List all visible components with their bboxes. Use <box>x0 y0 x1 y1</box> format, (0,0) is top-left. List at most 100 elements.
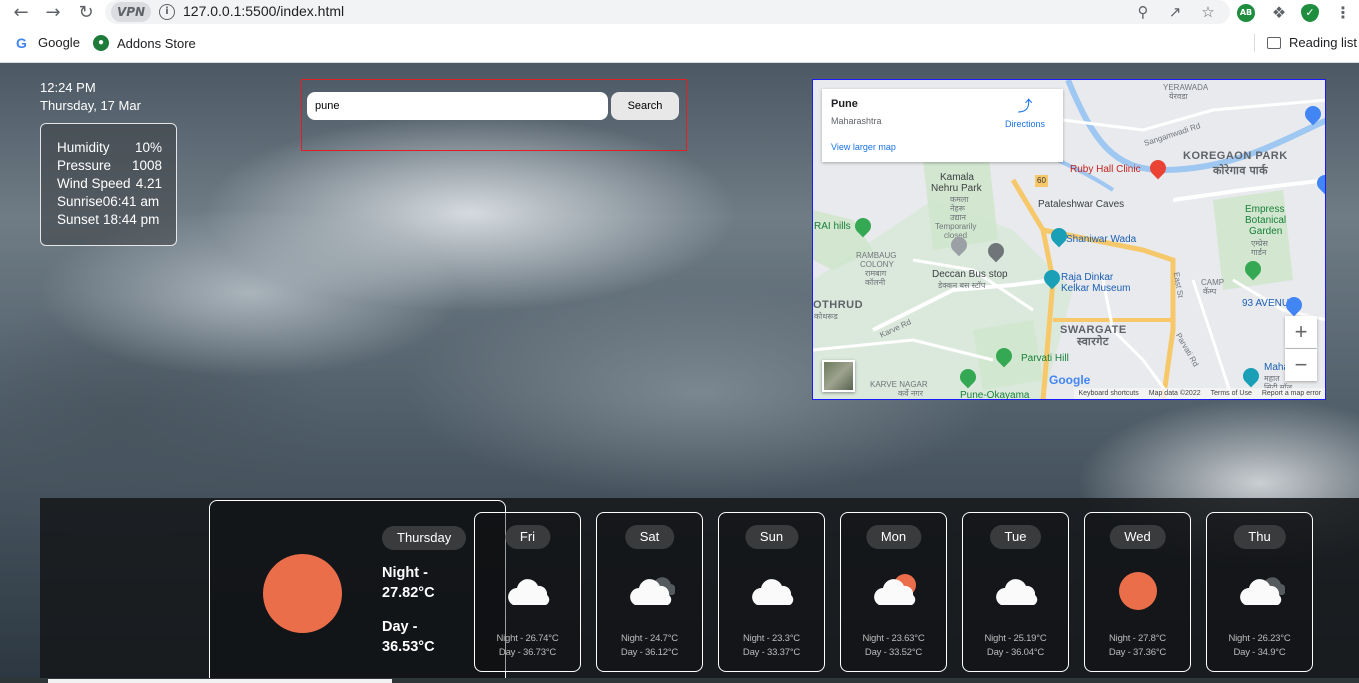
forecast-night-temp: Night - 27.8°C <box>1109 633 1166 644</box>
map-label-pune-okayama: Pune-Okayama <box>960 390 1030 400</box>
forecast-temps: Night - 25.19°C Day - 36.04°C <box>963 632 1068 660</box>
map-label-swargate-local: स्वारगेट <box>1077 336 1109 348</box>
bookmark-google[interactable]: G Google <box>16 35 80 50</box>
forecast-night-temp: Night - 26.23°C <box>1228 633 1291 644</box>
map-label-deccan-bus-stop: Deccan Bus stop <box>932 269 1008 280</box>
current-date: Thursday, 17 Mar <box>40 98 141 113</box>
map-label-shaniwar-wada: Shaniwar Wada <box>1066 234 1137 245</box>
map-label-koregaon-park: KOREGAON PARK <box>1183 150 1288 162</box>
map-label-rai-hills: RAI hills <box>814 221 851 232</box>
forecast-night-temp: Night - 25.19°C <box>984 633 1047 644</box>
stat-value: 06:41 am <box>102 194 160 209</box>
forecast-day-label: Fri <box>504 525 551 549</box>
stat-humidity: Humidity 10% <box>57 139 162 157</box>
cloud-dark-icon <box>1240 577 1285 605</box>
ab-extension-icon[interactable]: AB <box>1237 4 1255 22</box>
share-icon[interactable]: ↗ <box>1165 2 1185 22</box>
url-text[interactable]: 127.0.0.1:5500/index.html <box>183 3 344 19</box>
map-label-colony-local: कॉलनी <box>865 278 886 287</box>
keyboard-shortcuts-link[interactable]: Keyboard shortcuts <box>1078 388 1138 399</box>
cloud-icon <box>508 579 550 605</box>
browser-toolbar: ← → ↻ VPN i 127.0.0.1:5500/index.html ⚲ … <box>0 0 1359 26</box>
google-map-logo: Google <box>1049 373 1090 387</box>
reload-icon[interactable]: ↻ <box>75 2 97 24</box>
bookmark-label: Google <box>38 35 80 50</box>
shield-extension-icon[interactable]: ✓ <box>1301 4 1319 22</box>
map-label-koregaon-local: कोरेगाव पार्क <box>1213 165 1269 177</box>
browser-chrome: ← → ↻ VPN i 127.0.0.1:5500/index.html ⚲ … <box>0 0 1359 63</box>
forecast-temps: Night - 23.3°C Day - 33.37°C <box>719 632 824 660</box>
google-icon: G <box>16 34 27 51</box>
bookmarks-divider <box>1254 34 1255 52</box>
forecast-day-card: Mon Night - 23.63°C Day - 33.52°C <box>840 512 947 672</box>
map-data-text: Map data ©2022 <box>1148 390 1201 397</box>
forecast-day-label: Sat <box>624 525 675 549</box>
forecast-day-label: Mon <box>865 525 922 549</box>
weather-stats-panel: Humidity 10% Pressure 1008 Wind Speed 4.… <box>40 123 177 246</box>
bookmark-addons-store[interactable]: ● Addons Store <box>93 35 196 51</box>
bookmark-star-icon[interactable]: ☆ <box>1198 2 1218 22</box>
map-label-yerawada-local: येरवडा <box>1169 92 1188 101</box>
stat-sunrise: Sunrise 06:41 am <box>57 193 162 211</box>
map-place-name: Pune <box>831 98 858 110</box>
map-place-region: Maharashtra <box>831 116 882 126</box>
forecast-day-label: Sun <box>744 525 799 549</box>
sun-cloud-icon <box>874 574 916 605</box>
zoom-out-button[interactable]: − <box>1285 349 1317 381</box>
map-label-karve-nagar-local: कर्वे नगर <box>898 389 924 398</box>
cloud-icon <box>996 579 1038 605</box>
directions-link[interactable]: Directions <box>1005 119 1045 129</box>
site-info-icon[interactable]: i <box>159 4 175 20</box>
zoom-icon[interactable]: ⚲ <box>1133 2 1153 22</box>
current-datetime: 12:24 PM Thursday, 17 Mar <box>40 79 141 115</box>
map-label-deccan-local: डेक्कन बस स्टॉप <box>938 281 986 290</box>
map-label-kelkar-museum: Kelkar Museum <box>1061 283 1131 294</box>
forecast-day-temp: Day - 33.37°C <box>742 647 801 658</box>
forecast-day-card: Thu Night - 26.23°C Day - 34.9°C <box>1206 512 1313 672</box>
forecast-temps: Night - 26.74°C Day - 36.73°C <box>475 632 580 660</box>
forecast-day-temp: Day - 36.12°C <box>620 647 679 658</box>
sun-icon <box>263 554 342 633</box>
forecast-day-label: Wed <box>1109 525 1166 549</box>
forward-arrow-icon[interactable]: → <box>42 2 64 24</box>
kebab-menu-icon[interactable]: ⋮ <box>1333 3 1353 23</box>
forecast-day-card: Fri Night - 26.74°C Day - 36.73°C <box>474 512 581 672</box>
satellite-toggle[interactable] <box>822 360 855 392</box>
weather-page: 12:24 PM Thursday, 17 Mar Humidity 10% P… <box>0 63 1359 683</box>
map-label-swargate: SWARGATE <box>1060 324 1127 336</box>
today-day-temp-label: Day - <box>382 619 418 635</box>
view-larger-map-link[interactable]: View larger map <box>831 142 896 152</box>
today-day-label: Thursday <box>382 526 467 550</box>
reading-list-label: Reading list <box>1289 35 1357 50</box>
directions-icon[interactable]: ⤴ <box>1016 98 1034 116</box>
vpn-badge[interactable]: VPN <box>111 2 151 22</box>
forecast-day-card: Wed Night - 27.8°C Day - 37.36°C <box>1084 512 1191 672</box>
search-button[interactable]: Search <box>611 92 679 120</box>
stat-label: Wind Speed <box>57 176 131 191</box>
map-label-parvati-hill: Parvati Hill <box>1021 353 1069 364</box>
forecast-day-label: Thu <box>1233 525 1286 549</box>
map-label-raja-dinkar: Raja Dinkar <box>1061 272 1114 283</box>
report-map-error-link[interactable]: Report a map error <box>1262 388 1321 399</box>
forecast-day-card: Tue Night - 25.19°C Day - 36.04°C <box>962 512 1069 672</box>
page-bottom-bar <box>48 679 392 683</box>
address-bar[interactable]: VPN i 127.0.0.1:5500/index.html ⚲ ↗ ☆ <box>105 0 1230 24</box>
map-label-nehru-park: Nehru Park <box>931 183 982 194</box>
reading-list-icon <box>1267 36 1281 49</box>
forecast-day-card: Sat Night - 24.7°C Day - 36.12°C <box>596 512 703 672</box>
bookmarks-bar: G Google ● Addons Store Reading list <box>0 30 1359 58</box>
google-logo-text: Google <box>1049 373 1091 387</box>
reading-list-button[interactable]: Reading list <box>1267 35 1357 50</box>
forecast-temps: Night - 26.23°C Day - 34.9°C <box>1207 632 1312 660</box>
google-map-embed[interactable]: Pune Maharashtra View larger map ⤴ Direc… <box>812 79 1326 400</box>
city-search-input[interactable] <box>307 92 608 120</box>
map-label-botanical: Botanical <box>1245 215 1287 226</box>
sun-icon <box>1119 572 1157 610</box>
extensions-puzzle-icon[interactable]: ❖ <box>1269 3 1289 23</box>
current-time: 12:24 PM <box>40 80 96 95</box>
forecast-night-temp: Night - 23.63°C <box>862 633 925 644</box>
terms-of-use-link[interactable]: Terms of Use <box>1211 388 1252 399</box>
forecast-temps: Night - 24.7°C Day - 36.12°C <box>597 632 702 660</box>
zoom-in-button[interactable]: + <box>1285 316 1317 348</box>
back-arrow-icon[interactable]: ← <box>10 2 32 24</box>
